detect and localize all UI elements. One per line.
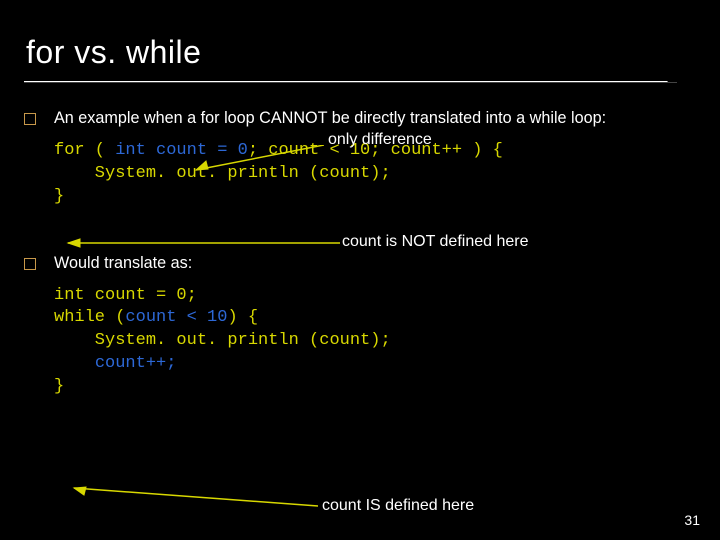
code-2-brace: ) { xyxy=(227,308,258,327)
arrow-middle xyxy=(60,237,340,249)
code-2-body: System. out. println (count); xyxy=(54,331,391,350)
bullet-marker-icon xyxy=(24,258,36,270)
annotation-not-defined: count is NOT defined here xyxy=(342,233,528,251)
arrow-top xyxy=(184,145,324,175)
arrow-bottom xyxy=(66,484,322,514)
bullet-1: An example when a for loop CANNOT be dir… xyxy=(24,108,704,130)
code-1-close: } xyxy=(54,187,64,206)
code-2-cond: count < 10 xyxy=(125,308,227,327)
code-2-close: } xyxy=(54,377,64,396)
page-number: 31 xyxy=(684,512,700,528)
code-2-indent xyxy=(54,354,95,373)
bullet-2: Would translate as: xyxy=(24,253,704,275)
code-2-inc: count++; xyxy=(95,354,177,373)
title-underline-shadow xyxy=(24,82,677,83)
title-underline xyxy=(24,81,677,95)
code-1-for: for ( xyxy=(54,141,115,160)
annotation-only-difference: only difference xyxy=(328,131,432,149)
bullet-2-text: Would translate as: xyxy=(54,253,704,275)
bullet-1-text: An example when a for loop CANNOT be dir… xyxy=(54,108,704,130)
slide-body: An example when a for loop CANNOT be dir… xyxy=(24,108,704,403)
slide-title: for vs. while xyxy=(26,34,201,71)
code-block-1: for ( int count = 0; count < 10; count++… xyxy=(54,140,704,209)
annotation-is-defined: count IS defined here xyxy=(322,497,474,515)
code-2-decl: int count = 0; xyxy=(54,286,197,305)
code-block-2: int count = 0; while (count < 10) { Syst… xyxy=(54,285,704,400)
bullet-marker-icon xyxy=(24,113,36,125)
code-2-while: while ( xyxy=(54,308,125,327)
